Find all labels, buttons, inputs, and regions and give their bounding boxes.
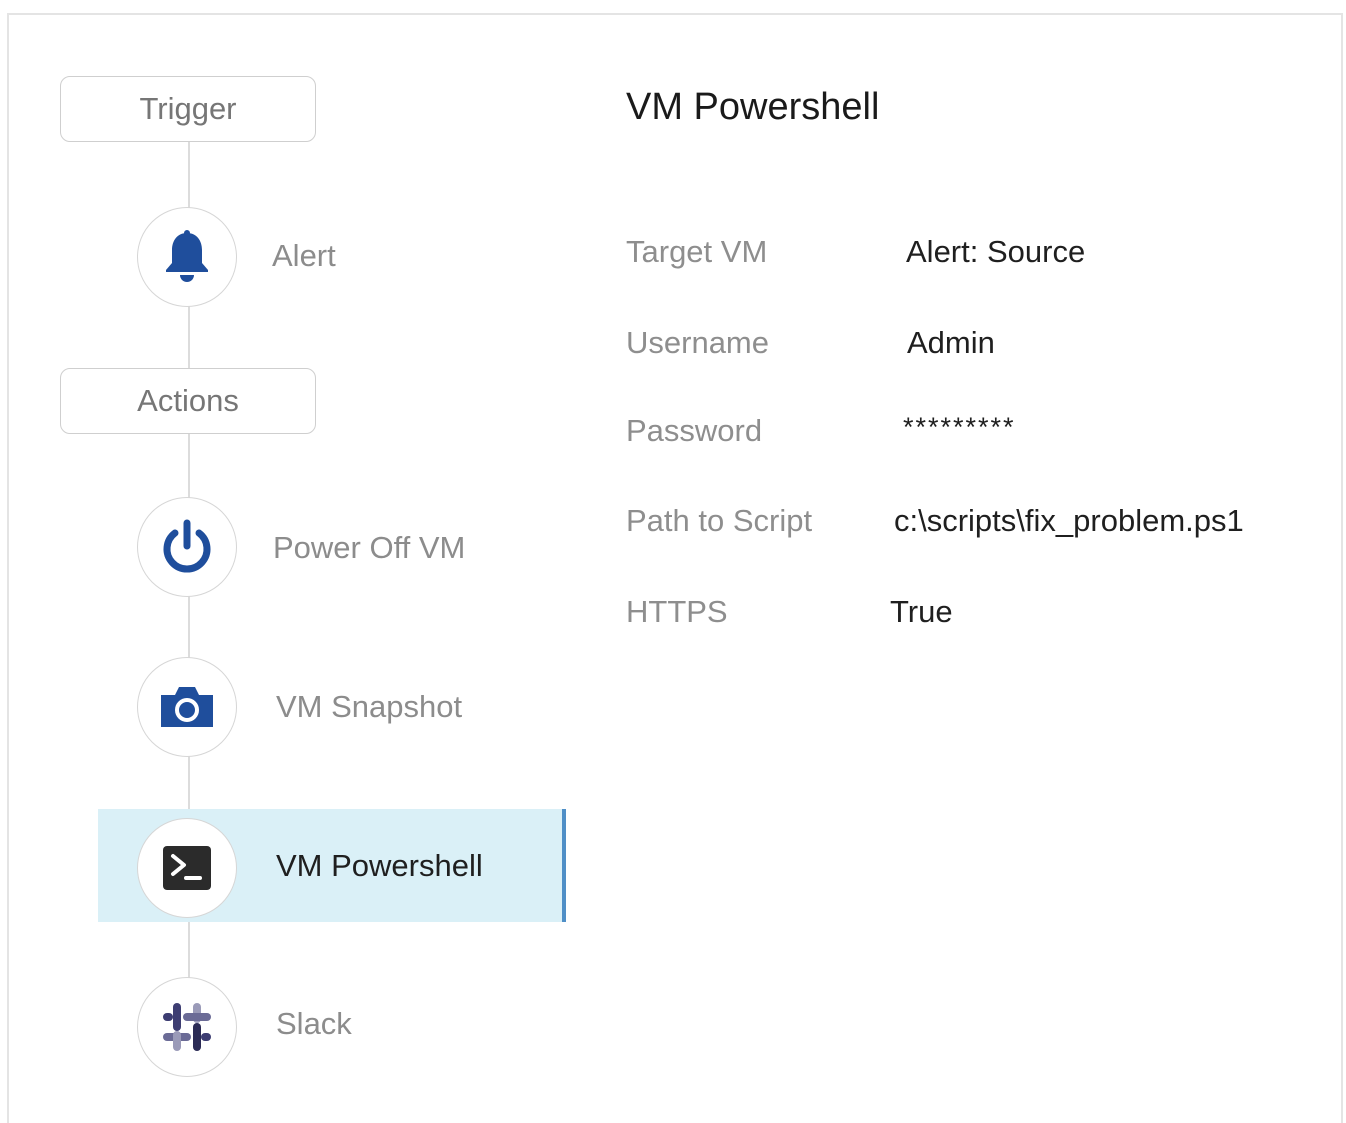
power-icon (163, 519, 211, 573)
field-label-username: Username (626, 325, 769, 360)
connector-line (188, 915, 190, 978)
trigger-section: Trigger (60, 76, 316, 142)
alert-step-button[interactable] (137, 207, 237, 307)
field-value-password[interactable]: ********* (903, 412, 1016, 443)
power-off-vm-step-label[interactable]: Power Off VM (273, 530, 465, 566)
field-value-https[interactable]: True (890, 594, 953, 630)
vm-snapshot-step-button[interactable] (137, 657, 237, 757)
bell-icon (166, 230, 208, 282)
details-title: VM Powershell (626, 86, 880, 128)
slack-step-label[interactable]: Slack (276, 1006, 352, 1042)
actions-label: Actions (137, 383, 239, 418)
field-label-https: HTTPS (626, 594, 728, 629)
vm-snapshot-step-label[interactable]: VM Snapshot (276, 689, 462, 725)
trigger-label: Trigger (139, 91, 237, 126)
alert-step-label[interactable]: Alert (272, 238, 336, 274)
field-value-target-vm[interactable]: Alert: Source (906, 234, 1085, 270)
vm-powershell-step-label[interactable]: VM Powershell (276, 848, 483, 884)
slack-step-button[interactable] (137, 977, 237, 1077)
power-off-vm-step-button[interactable] (137, 497, 237, 597)
connector-line (188, 304, 190, 368)
connector-line (188, 594, 190, 658)
field-label-target-vm: Target VM (626, 234, 768, 269)
powershell-icon (163, 846, 211, 890)
camera-icon (161, 687, 213, 727)
field-label-password: Password (626, 413, 763, 448)
actions-section: Actions (60, 368, 316, 434)
slack-icon (163, 1003, 211, 1051)
connector-line (188, 433, 190, 498)
vm-powershell-step-button[interactable] (137, 818, 237, 918)
field-value-path-to-script[interactable]: c:\scripts\fix_problem.ps1 (894, 503, 1244, 539)
connector-line (188, 142, 190, 208)
field-value-username[interactable]: Admin (907, 325, 995, 361)
field-label-path-to-script: Path to Script (626, 503, 813, 538)
